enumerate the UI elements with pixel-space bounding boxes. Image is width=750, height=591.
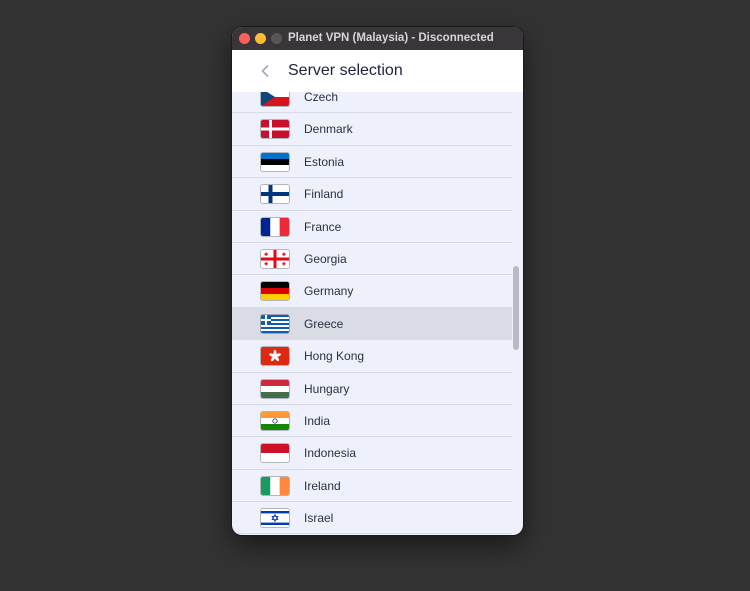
country-name: India xyxy=(304,413,331,428)
czech-flag-icon xyxy=(261,92,289,106)
country-list: Czech Denmark Estonia Finland France Georgia G… xyxy=(232,92,512,535)
country-name: Indonesia xyxy=(304,446,357,461)
country-row-denmark[interactable]: Denmark xyxy=(232,113,512,146)
indonesia-flag-icon xyxy=(261,444,289,463)
country-row-greece[interactable]: Greece xyxy=(232,307,512,341)
close-window-button[interactable] xyxy=(239,33,250,44)
country-name: Hungary xyxy=(304,381,350,396)
country-row-israel[interactable]: Israel xyxy=(232,502,512,535)
country-row-hungary[interactable]: Hungary xyxy=(232,373,512,405)
germany-flag-icon xyxy=(261,282,289,301)
country-row-czech[interactable]: Czech xyxy=(232,92,512,114)
country-row-hong-kong[interactable]: Hong Kong xyxy=(232,340,512,373)
denmark-flag-icon xyxy=(261,120,289,139)
minimize-window-button[interactable] xyxy=(255,33,266,44)
country-name: Georgia xyxy=(304,251,347,266)
india-flag-icon xyxy=(261,411,289,430)
country-row-finland[interactable]: Finland xyxy=(232,178,512,211)
country-row-india[interactable]: India xyxy=(232,405,512,438)
estonia-flag-icon xyxy=(261,152,289,171)
country-row-france[interactable]: France xyxy=(232,211,512,243)
ireland-flag-icon xyxy=(261,476,289,495)
title-bar[interactable]: Planet VPN (Malaysia) - Disconnected xyxy=(232,27,523,51)
page-header: Server selection xyxy=(232,50,523,92)
hungary-flag-icon xyxy=(261,379,289,398)
greece-flag-icon xyxy=(261,314,289,333)
scrollbar-thumb[interactable] xyxy=(513,266,519,350)
country-name: Czech xyxy=(304,92,339,104)
server-list[interactable]: Czech Denmark Estonia Finland France Georgia G… xyxy=(232,92,523,535)
country-row-georgia[interactable]: Georgia xyxy=(232,243,512,276)
hong-kong-flag-icon xyxy=(261,347,289,366)
france-flag-icon xyxy=(261,217,289,236)
finland-flag-icon xyxy=(261,185,289,204)
country-name: Ireland xyxy=(304,478,341,493)
country-row-indonesia[interactable]: Indonesia xyxy=(232,437,512,470)
country-name: Denmark xyxy=(304,122,353,137)
country-name: Hong Kong xyxy=(304,349,365,364)
israel-flag-icon xyxy=(261,509,289,528)
country-name: Germany xyxy=(304,284,354,299)
country-name: Finland xyxy=(304,187,344,202)
window-title: Planet VPN (Malaysia) - Disconnected xyxy=(288,32,494,44)
app-window: Planet VPN (Malaysia) - Disconnected Ser… xyxy=(232,27,523,535)
country-name: Estonia xyxy=(304,154,345,169)
country-name: Israel xyxy=(304,511,334,526)
country-name: France xyxy=(304,219,342,234)
country-name: Greece xyxy=(304,316,344,331)
chevron-left-icon xyxy=(261,65,269,77)
page-title: Server selection xyxy=(288,62,403,79)
georgia-flag-icon xyxy=(261,249,289,268)
country-row-estonia[interactable]: Estonia xyxy=(232,146,512,179)
country-row-germany[interactable]: Germany xyxy=(232,275,512,308)
zoom-window-button[interactable] xyxy=(271,33,282,44)
country-row-ireland[interactable]: Ireland xyxy=(232,470,512,503)
back-button[interactable] xyxy=(256,61,274,81)
